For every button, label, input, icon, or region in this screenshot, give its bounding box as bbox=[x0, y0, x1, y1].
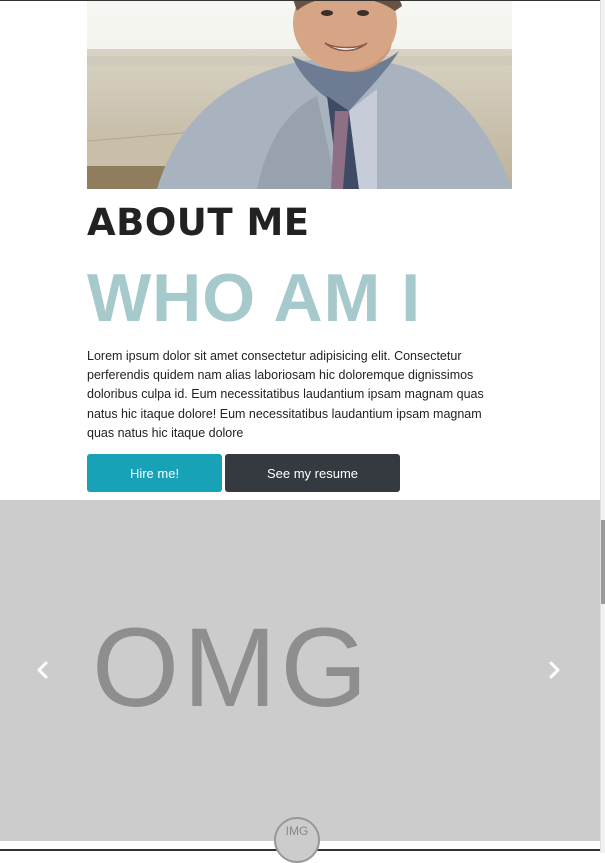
chevron-left-icon bbox=[37, 661, 48, 679]
profile-photo-image bbox=[87, 1, 512, 189]
scrollbar-track[interactable] bbox=[600, 0, 605, 853]
profile-photo bbox=[87, 1, 512, 189]
see-resume-button[interactable]: See my resume bbox=[225, 454, 400, 492]
carousel-next-button[interactable] bbox=[540, 648, 570, 692]
carousel-slide-placeholder: OMG bbox=[92, 605, 372, 730]
avatar-label: IMG bbox=[285, 824, 309, 838]
hire-me-button[interactable]: Hire me! bbox=[87, 454, 222, 492]
bio-paragraph: Lorem ipsum dolor sit amet consectetur a… bbox=[87, 349, 484, 440]
chevron-right-icon bbox=[549, 661, 560, 679]
about-heading: ABOUT ME bbox=[87, 201, 310, 244]
carousel-prev-button[interactable] bbox=[27, 648, 57, 692]
image-carousel: OMG bbox=[0, 500, 600, 841]
avatar: IMG bbox=[274, 817, 320, 863]
who-am-i-heading: WHO AM I bbox=[87, 260, 422, 336]
scrollbar-thumb[interactable] bbox=[601, 520, 605, 604]
